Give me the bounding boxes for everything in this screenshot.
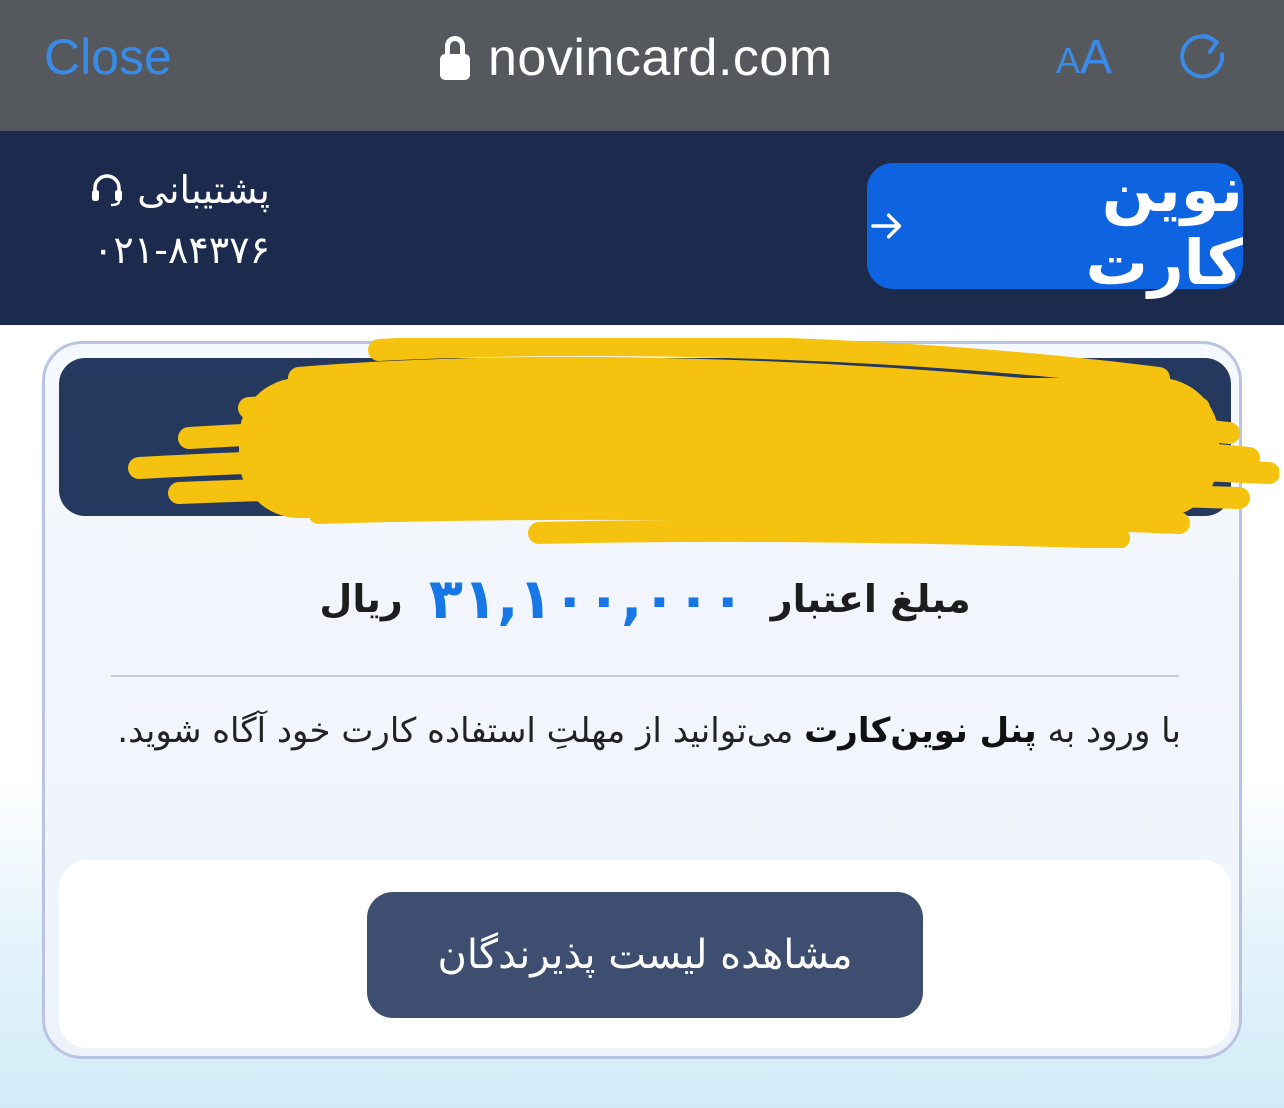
- text-size-button[interactable]: A A: [1056, 30, 1112, 85]
- url-text: novincard.com: [488, 29, 833, 87]
- support-contact[interactable]: پشتیبانی ۰۲۱-۸۴۳۷۶: [60, 168, 270, 272]
- lock-icon: [440, 36, 470, 80]
- view-merchants-button[interactable]: مشاهده لیست پذیرندگان: [367, 892, 923, 1018]
- card-banner-redacted: [59, 338, 1279, 548]
- panel-link-text: پنل نوین‌کارت: [804, 711, 1037, 751]
- reload-icon[interactable]: [1176, 30, 1232, 86]
- divider: [111, 675, 1179, 677]
- browser-toolbar: Close novincard.com A A: [0, 0, 1284, 131]
- address-bar[interactable]: novincard.com: [440, 26, 833, 90]
- credit-card-panel: مبلغ اعتبار ۳۱,۱۰۰,۰۰۰ ریال با ورود به پ…: [42, 338, 1279, 1059]
- credit-unit: ریال: [319, 577, 403, 621]
- novincard-logo-button[interactable]: نوین کارت: [867, 153, 1243, 299]
- credit-amount-row: مبلغ اعتبار ۳۱,۱۰۰,۰۰۰ ریال: [45, 564, 1245, 634]
- text-size-big-glyph: A: [1080, 31, 1113, 84]
- redaction-scribble: [128, 338, 1279, 548]
- text-size-small-glyph: A: [1056, 40, 1081, 81]
- info-text: با ورود به پنل نوین‌کارت می‌توانید از مه…: [109, 700, 1181, 762]
- action-panel: مشاهده لیست پذیرندگان: [59, 860, 1231, 1048]
- info-text-part1: با ورود به: [1036, 711, 1181, 751]
- support-phone: ۰۲۱-۸۴۳۷۶: [93, 228, 270, 272]
- close-button[interactable]: Close: [44, 28, 172, 86]
- logo-text: نوین کارت: [1085, 153, 1243, 299]
- credit-label: مبلغ اعتبار: [770, 577, 971, 621]
- support-label: پشتیبانی: [137, 168, 270, 212]
- arrow-right-icon: [871, 213, 902, 239]
- info-text-part2: می‌توانید از مهلتِ استفاده کارت خود آگاه…: [117, 711, 805, 751]
- headset-icon: [92, 174, 123, 207]
- credit-amount: ۳۱,۱۰۰,۰۰۰: [428, 566, 745, 632]
